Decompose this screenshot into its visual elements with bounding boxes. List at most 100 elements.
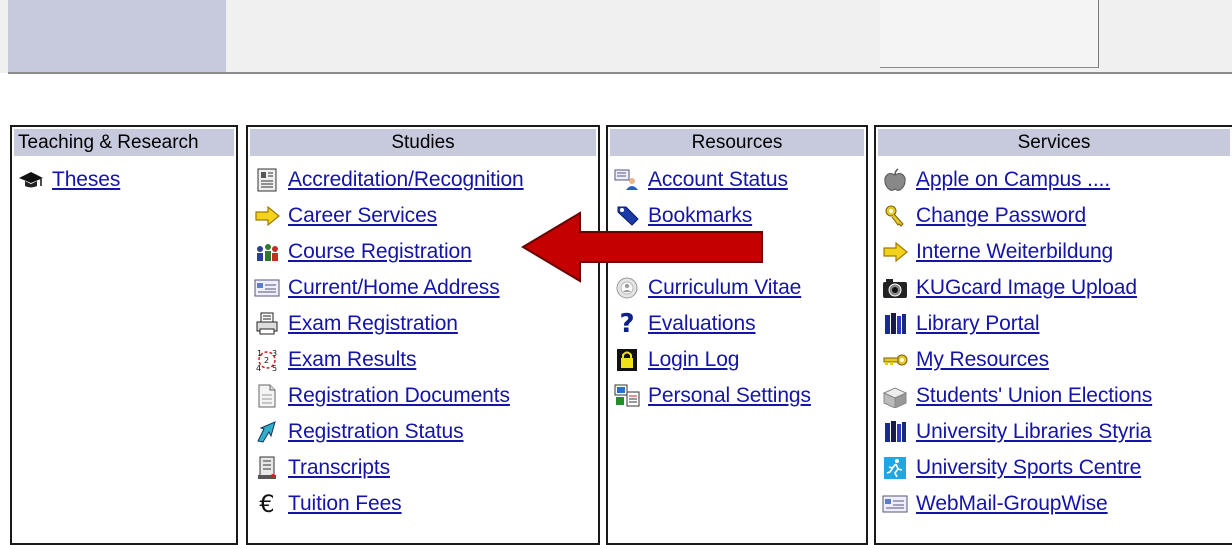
menu-item-current-home-address[interactable]: Current/Home Address bbox=[254, 273, 500, 303]
menu-item-label[interactable]: Calendar bbox=[648, 240, 733, 264]
menu-item-personal-settings[interactable]: Personal Settings bbox=[614, 381, 811, 411]
menu-item-webmail-groupwise[interactable]: WebMail-GroupWise bbox=[882, 489, 1108, 519]
books-icon bbox=[882, 312, 908, 336]
svg-text:2: 2 bbox=[264, 356, 269, 365]
menu-item-label[interactable]: Course Registration bbox=[288, 240, 472, 264]
banner-right-box bbox=[880, 0, 1099, 68]
address-card-icon bbox=[254, 276, 280, 300]
menu-item-tuition-fees[interactable]: € Tuition Fees bbox=[254, 489, 402, 519]
file-icon bbox=[254, 384, 280, 408]
apple-icon bbox=[882, 168, 908, 192]
menu-item-evaluations[interactable]: ? Evaluations bbox=[614, 309, 755, 339]
menu-item-label[interactable]: University Sports Centre bbox=[916, 456, 1141, 480]
graduation-cap-icon bbox=[18, 168, 44, 192]
svg-text:4: 4 bbox=[256, 364, 261, 373]
menu-item-library-portal[interactable]: Library Portal bbox=[882, 309, 1040, 339]
camera-icon bbox=[882, 276, 908, 300]
panel-header-services: Services bbox=[878, 129, 1230, 156]
menu-item-label[interactable]: KUGcard Image Upload bbox=[916, 276, 1137, 300]
menu-item-label[interactable]: Students' Union Elections bbox=[916, 384, 1152, 408]
menu-item-theses[interactable]: Theses bbox=[18, 165, 120, 195]
menu-item-label[interactable]: Bookmarks bbox=[648, 204, 752, 228]
arrow-cursor-icon bbox=[254, 420, 280, 444]
people-group-icon bbox=[254, 240, 280, 264]
menu-item-calendar[interactable]: Calendar bbox=[614, 237, 733, 267]
svg-text:1: 1 bbox=[257, 349, 262, 358]
menu-item-label[interactable]: WebMail-GroupWise bbox=[916, 492, 1108, 516]
ballot-box-icon bbox=[882, 384, 908, 408]
menu-item-accreditation[interactable]: Accreditation/Recognition bbox=[254, 165, 524, 195]
menu-item-label[interactable]: University Libraries Styria bbox=[916, 420, 1151, 444]
svg-text:3: 3 bbox=[272, 349, 277, 358]
mail-icon bbox=[882, 492, 908, 516]
euro-icon: € bbox=[259, 490, 275, 518]
books-icon bbox=[882, 420, 908, 444]
numbers-icon: 1 324 5 bbox=[254, 348, 280, 373]
menu-item-registration-documents[interactable]: Registration Documents bbox=[254, 381, 510, 411]
menu-item-university-libraries-styria[interactable]: University Libraries Styria bbox=[882, 417, 1151, 447]
settings-icon bbox=[614, 384, 640, 408]
arrow-right-icon bbox=[882, 240, 908, 264]
menu-item-account-status[interactable]: Account Status bbox=[614, 165, 788, 195]
menu-item-label[interactable]: Interne Weiterbildung bbox=[916, 240, 1113, 264]
menu-item-label[interactable]: Accreditation/Recognition bbox=[288, 168, 524, 192]
panel-teaching-research: Teaching & Research Theses bbox=[10, 125, 238, 545]
printer-icon bbox=[254, 312, 280, 336]
menu-item-label[interactable]: Career Services bbox=[288, 204, 437, 228]
keys-icon bbox=[882, 204, 908, 228]
menu-item-transcripts[interactable]: Transcripts bbox=[254, 453, 390, 483]
menu-item-bookmarks[interactable]: Bookmarks bbox=[614, 201, 752, 231]
menu-item-label[interactable]: My Resources bbox=[916, 348, 1049, 372]
menu-item-kugcard-image-upload[interactable]: KUGcard Image Upload bbox=[882, 273, 1137, 303]
menu-item-apple-on-campus[interactable]: Apple on Campus .... bbox=[882, 165, 1110, 195]
menu-item-label[interactable]: Transcripts bbox=[288, 456, 390, 480]
runner-icon bbox=[882, 456, 908, 480]
panel-resources: Resources Account Status Bookmarks Calen… bbox=[606, 125, 868, 545]
panel-header-resources: Resources bbox=[610, 129, 864, 156]
menu-item-label[interactable]: Personal Settings bbox=[648, 384, 811, 408]
bookmark-icon bbox=[614, 204, 640, 228]
key-icon bbox=[882, 348, 908, 372]
panel-services: Services Apple on Campus .... Change Pas… bbox=[874, 125, 1232, 545]
question-mark-icon: ? bbox=[619, 309, 635, 339]
document-icon bbox=[254, 168, 280, 192]
menu-item-label[interactable]: Curriculum Vitae bbox=[648, 276, 801, 300]
menu-item-login-log[interactable]: Login Log bbox=[614, 345, 739, 375]
svg-text:5: 5 bbox=[272, 364, 277, 373]
menu-item-exam-registration[interactable]: Exam Registration bbox=[254, 309, 458, 339]
calendar-icon bbox=[614, 240, 640, 264]
top-banner bbox=[0, 0, 1232, 74]
menu-item-curriculum-vitae[interactable]: Curriculum Vitae bbox=[614, 273, 801, 303]
lock-icon bbox=[614, 348, 640, 372]
menu-item-career-services[interactable]: Career Services bbox=[254, 201, 437, 231]
menu-item-label[interactable]: Exam Registration bbox=[288, 312, 458, 336]
menu-item-label[interactable]: Login Log bbox=[648, 348, 739, 372]
menu-item-label[interactable]: Tuition Fees bbox=[288, 492, 402, 516]
arrow-right-icon bbox=[254, 204, 280, 228]
menu-item-label[interactable]: Registration Documents bbox=[288, 384, 510, 408]
panel-header-studies: Studies bbox=[250, 129, 596, 156]
menu-item-course-registration[interactable]: Course Registration bbox=[254, 237, 472, 267]
menu-item-university-sports-centre[interactable]: University Sports Centre bbox=[882, 453, 1141, 483]
banner-left-block bbox=[8, 0, 226, 73]
menu-item-my-resources[interactable]: My Resources bbox=[882, 345, 1049, 375]
menu-item-change-password[interactable]: Change Password bbox=[882, 201, 1086, 231]
menu-item-interne-weiterbildung[interactable]: Interne Weiterbildung bbox=[882, 237, 1113, 267]
menu-item-label[interactable]: Apple on Campus .... bbox=[916, 168, 1110, 192]
transcript-icon bbox=[254, 456, 280, 480]
menu-item-exam-results[interactable]: 1 324 5 Exam Results bbox=[254, 345, 416, 375]
menu-item-label[interactable]: Account Status bbox=[648, 168, 788, 192]
panel-studies: Studies Accreditation/Recognition Career… bbox=[246, 125, 600, 545]
menu-item-registration-status[interactable]: Registration Status bbox=[254, 417, 464, 447]
menu-item-label[interactable]: Current/Home Address bbox=[288, 276, 500, 300]
menu-item-label[interactable]: Library Portal bbox=[916, 312, 1040, 336]
menu-item-label[interactable]: Registration Status bbox=[288, 420, 464, 444]
menu-item-label[interactable]: Change Password bbox=[916, 204, 1086, 228]
menu-item-label[interactable]: Theses bbox=[52, 168, 120, 192]
menu-item-students-union-elections[interactable]: Students' Union Elections bbox=[882, 381, 1152, 411]
user-status-icon bbox=[614, 168, 640, 192]
cv-icon bbox=[614, 276, 640, 300]
panel-header-teaching: Teaching & Research bbox=[14, 129, 234, 156]
menu-item-label[interactable]: Exam Results bbox=[288, 348, 416, 372]
menu-item-label[interactable]: Evaluations bbox=[648, 312, 756, 336]
